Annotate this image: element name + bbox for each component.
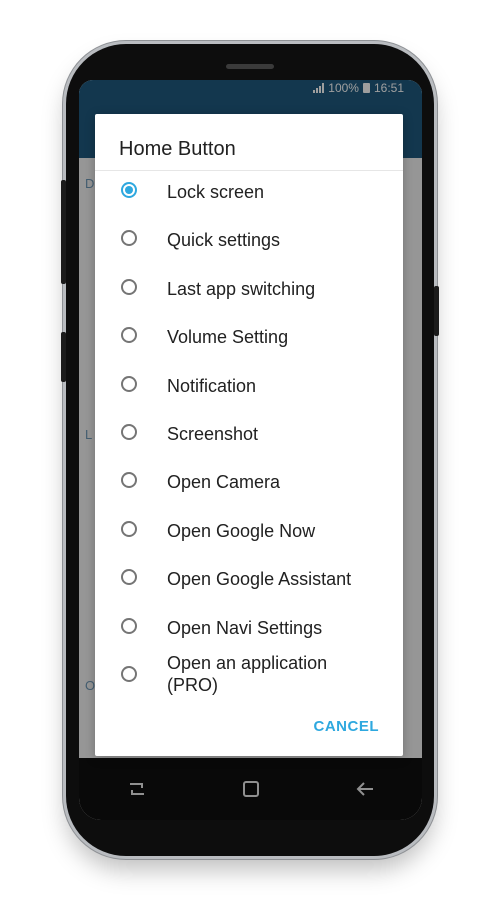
- radio-unselected[interactable]: [121, 230, 137, 246]
- radio-selected[interactable]: [121, 182, 137, 198]
- radio-unselected[interactable]: [121, 327, 137, 343]
- option-label: Screenshot: [167, 424, 259, 444]
- option-open-an-application[interactable]: Open an application (PRO): [95, 652, 403, 698]
- option-screenshot[interactable]: Screenshot: [95, 412, 403, 456]
- option-label: Open Google Now: [167, 521, 316, 541]
- bixby-button: [61, 180, 66, 284]
- dialog-title: Home Button: [119, 138, 236, 160]
- home-button-dialog: Home Button Lock screen Quick settings L…: [95, 114, 403, 756]
- radio-unselected[interactable]: [121, 376, 137, 392]
- option-last-app-switching[interactable]: Last app switching: [95, 267, 403, 311]
- option-label: Volume Setting: [167, 327, 289, 347]
- option-lock-screen[interactable]: Lock screen: [95, 170, 403, 214]
- radio-unselected[interactable]: [121, 666, 137, 682]
- option-quick-settings[interactable]: Quick settings: [95, 218, 403, 262]
- volume-button: [61, 332, 66, 382]
- option-label-line2: (PRO): [167, 675, 218, 695]
- option-label-line1: Open an application: [167, 653, 328, 673]
- option-open-navi-settings[interactable]: Open Navi Settings: [95, 606, 403, 650]
- radio-unselected[interactable]: [121, 472, 137, 488]
- option-label: Quick settings: [167, 230, 281, 250]
- option-notification[interactable]: Notification: [95, 364, 403, 408]
- option-label: Notification: [167, 376, 257, 396]
- option-open-google-assistant[interactable]: Open Google Assistant: [95, 557, 403, 601]
- option-volume-setting[interactable]: Volume Setting: [95, 315, 403, 359]
- option-label: Open an application (PRO): [167, 652, 327, 696]
- option-open-camera[interactable]: Open Camera: [95, 460, 403, 504]
- radio-unselected[interactable]: [121, 618, 137, 634]
- cancel-button[interactable]: CANCEL: [314, 718, 380, 735]
- radio-unselected[interactable]: [121, 521, 137, 537]
- radio-unselected[interactable]: [121, 569, 137, 585]
- option-label: Open Navi Settings: [167, 618, 323, 638]
- option-open-google-now[interactable]: Open Google Now: [95, 509, 403, 553]
- option-label: Open Camera: [167, 472, 281, 492]
- radio-unselected[interactable]: [121, 279, 137, 295]
- option-label: Open Google Assistant: [167, 569, 352, 589]
- option-label: Last app switching: [167, 279, 316, 299]
- power-button: [434, 286, 439, 336]
- option-label: Lock screen: [167, 182, 265, 202]
- radio-unselected[interactable]: [121, 424, 137, 440]
- earpiece: [226, 64, 274, 69]
